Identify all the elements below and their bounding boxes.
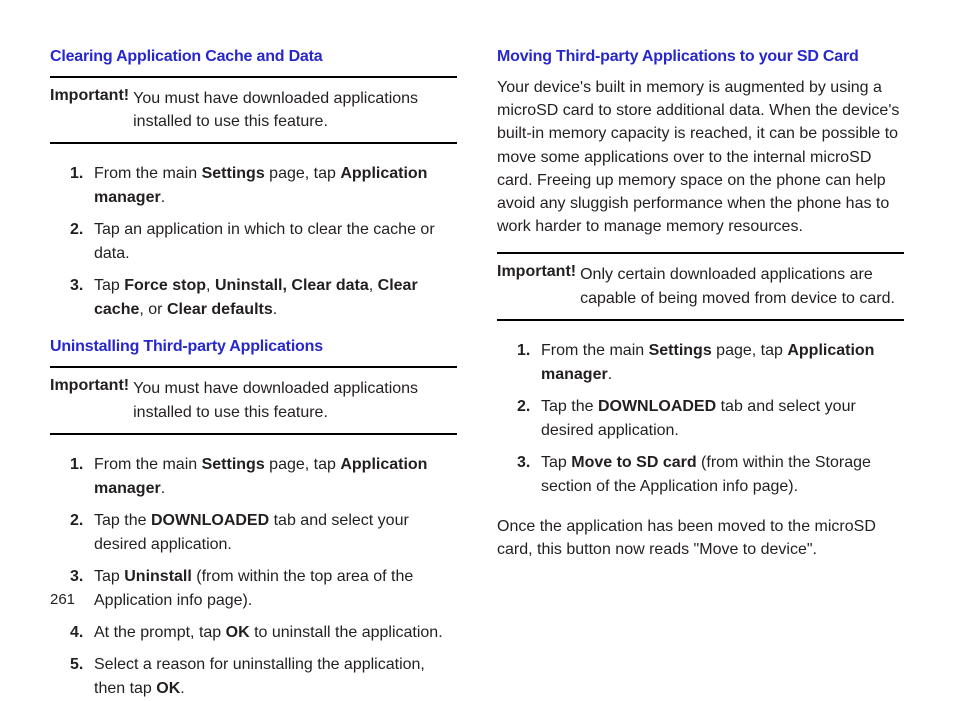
step-text: Tap the DOWNLOADED tab and select your d…: [541, 398, 856, 439]
step-text: Tap Uninstall (from within the top area …: [94, 568, 413, 609]
outro-paragraph: Once the application has been moved to t…: [497, 515, 904, 561]
step-text: At the prompt, tap OK to uninstall the a…: [94, 624, 443, 641]
step-text: Tap the DOWNLOADED tab and select your d…: [94, 512, 409, 553]
heading-moving-sd: Moving Third-party Applications to your …: [497, 48, 904, 66]
important-label: Important!: [497, 263, 576, 281]
step-item: 2. Tap an application in which to clear …: [70, 218, 457, 266]
important-text: Only certain downloaded applications are…: [580, 263, 904, 309]
heading-clearing-cache: Clearing Application Cache and Data: [50, 48, 457, 66]
steps-list-3: 1. From the main Settings page, tap Appl…: [497, 339, 904, 499]
step-number: 1.: [517, 339, 530, 363]
step-text: From the main Settings page, tap Applica…: [541, 342, 874, 383]
step-number: 1.: [70, 162, 83, 186]
important-box-1: Important! You must have downloaded appl…: [50, 76, 457, 144]
important-box-2: Important! You must have downloaded appl…: [50, 366, 457, 434]
important-label: Important!: [50, 87, 129, 105]
step-number: 2.: [70, 218, 83, 242]
step-item: 1. From the main Settings page, tap Appl…: [70, 162, 457, 210]
step-item: 4. At the prompt, tap OK to uninstall th…: [70, 621, 457, 645]
step-number: 2.: [70, 509, 83, 533]
intro-paragraph: Your device's built in memory is augment…: [497, 76, 904, 238]
step-item: 1. From the main Settings page, tap Appl…: [517, 339, 904, 387]
step-text: From the main Settings page, tap Applica…: [94, 456, 427, 497]
important-text: You must have downloaded applications in…: [133, 377, 457, 423]
step-item: 2. Tap the DOWNLOADED tab and select you…: [70, 509, 457, 557]
step-text: Tap an application in which to clear the…: [94, 221, 435, 262]
step-item: 1. From the main Settings page, tap Appl…: [70, 453, 457, 501]
right-column: Moving Third-party Applications to your …: [497, 48, 904, 606]
steps-list-2: 1. From the main Settings page, tap Appl…: [50, 453, 457, 701]
step-item: 3. Tap Uninstall (from within the top ar…: [70, 565, 457, 613]
step-text: Tap Force stop, Uninstall, Clear data, C…: [94, 277, 418, 318]
step-item: 3. Tap Force stop, Uninstall, Clear data…: [70, 274, 457, 322]
step-text: Select a reason for uninstalling the app…: [94, 656, 425, 697]
step-number: 3.: [70, 565, 83, 589]
step-number: 2.: [517, 395, 530, 419]
step-item: 3. Tap Move to SD card (from within the …: [517, 451, 904, 499]
step-text: From the main Settings page, tap Applica…: [94, 165, 427, 206]
heading-uninstalling: Uninstalling Third-party Applications: [50, 338, 457, 356]
step-item: 5. Select a reason for uninstalling the …: [70, 653, 457, 701]
important-text: You must have downloaded applications in…: [133, 87, 457, 133]
steps-list-1: 1. From the main Settings page, tap Appl…: [50, 162, 457, 322]
step-text: Tap Move to SD card (from within the Sto…: [541, 454, 871, 495]
step-number: 1.: [70, 453, 83, 477]
important-label: Important!: [50, 377, 129, 395]
step-number: 3.: [517, 451, 530, 475]
page-number: 261: [50, 591, 75, 608]
left-column: Clearing Application Cache and Data Impo…: [50, 48, 457, 606]
important-box-3: Important! Only certain downloaded appli…: [497, 252, 904, 320]
step-item: 2. Tap the DOWNLOADED tab and select you…: [517, 395, 904, 443]
step-number: 4.: [70, 621, 83, 645]
step-number: 3.: [70, 274, 83, 298]
step-number: 5.: [70, 653, 83, 677]
